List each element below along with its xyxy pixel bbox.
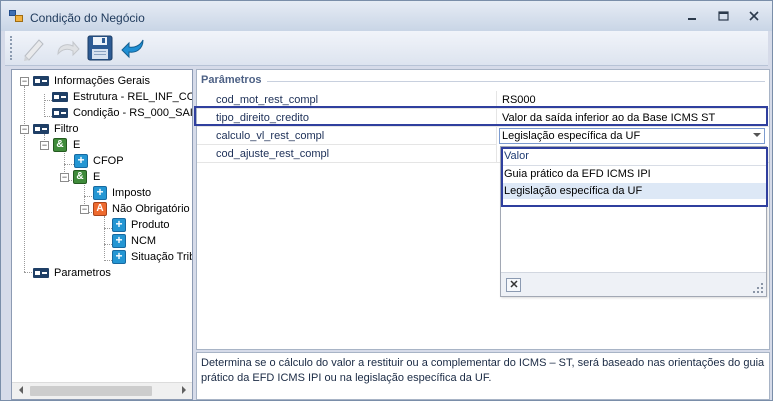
and-operator-icon: & xyxy=(53,138,67,152)
dropdown-footer xyxy=(501,272,766,296)
tree-item-label: NCM xyxy=(131,235,157,247)
tree-item-condicao[interactable]: Condição - RS_000_SAI( xyxy=(12,105,192,121)
tree-item-label: E xyxy=(73,139,81,151)
tree-item-label: Condição - RS_000_SAI( xyxy=(73,107,193,119)
tree-item-parametros[interactable]: Parametros xyxy=(12,265,192,281)
tree-item-filtro[interactable]: − Filtro xyxy=(12,121,192,137)
parameter-description: Determina se o cálculo do valor a restit… xyxy=(196,352,770,400)
redo-icon xyxy=(57,40,80,57)
tree-item-label: Filtro xyxy=(54,123,79,135)
tree-item-produto[interactable]: + Produto xyxy=(12,217,192,233)
minimize-icon xyxy=(688,18,696,20)
field-group-icon xyxy=(33,76,49,86)
tree-item-nao-obrigatorio[interactable]: − A Não Obrigatório xyxy=(12,201,192,217)
dropdown-arrow-icon[interactable] xyxy=(750,129,764,143)
filter-item-icon: + xyxy=(74,154,88,168)
property-name: cod_mot_rest_compl xyxy=(197,91,497,109)
scroll-left-icon[interactable] xyxy=(12,383,29,399)
combobox-value: Legislação específica da UF xyxy=(502,130,641,142)
collapse-icon[interactable]: − xyxy=(20,77,29,86)
tree-item-label: Estrutura - REL_INF_CO xyxy=(73,91,193,103)
tree-item-label: CFOP xyxy=(93,155,124,167)
section-divider xyxy=(267,81,765,82)
toolbar-grip xyxy=(10,36,13,60)
field-group-icon xyxy=(33,268,49,278)
tree-item-e-nested[interactable]: − & E xyxy=(12,169,192,185)
tree-item-cfop[interactable]: + CFOP xyxy=(12,153,192,169)
minimize-button[interactable] xyxy=(681,8,703,26)
maximize-icon xyxy=(717,11,729,21)
property-value[interactable]: RS000 xyxy=(497,91,769,109)
collapse-icon[interactable]: − xyxy=(20,125,29,134)
tree-item-label: Informações Gerais xyxy=(54,75,150,87)
field-group-icon xyxy=(52,92,68,102)
filter-item-icon: + xyxy=(112,250,126,264)
condicao-negocio-window: Condição do Negócio − Informações Gerais… xyxy=(0,0,773,401)
tree-item-label: Imposto xyxy=(112,187,152,199)
collapse-icon[interactable]: − xyxy=(80,205,89,214)
toolbar xyxy=(5,31,768,66)
close-icon xyxy=(509,280,518,288)
undo-icon xyxy=(121,39,144,59)
dropdown-header: Valor xyxy=(501,147,766,166)
scrollbar-thumb[interactable] xyxy=(30,386,152,396)
tree-item-ncm[interactable]: + NCM xyxy=(12,233,192,249)
app-icon xyxy=(9,10,23,22)
close-button[interactable] xyxy=(743,8,765,26)
save-icon xyxy=(87,35,113,61)
and-operator-icon: & xyxy=(73,170,87,184)
navigation-tree: − Informações Gerais Estrutura - REL_INF… xyxy=(11,69,193,400)
tree-item-informacoes-gerais[interactable]: − Informações Gerais xyxy=(12,73,192,89)
tree-item-label: Parametros xyxy=(54,267,111,279)
optional-operator-icon: A xyxy=(93,202,107,216)
edit-button[interactable] xyxy=(19,34,49,62)
tree-item-situacao-trib[interactable]: + Situação Trib xyxy=(12,249,192,265)
tree-item-label: Não Obrigatório xyxy=(112,203,190,215)
tree-horizontal-scrollbar[interactable] xyxy=(12,382,192,399)
tree-item-label: Situação Trib xyxy=(131,251,193,263)
dropdown-close-button[interactable] xyxy=(506,278,521,292)
property-name: cod_ajuste_rest_compl xyxy=(197,145,497,163)
property-name: calculo_vl_rest_compl xyxy=(197,127,497,145)
property-name: tipo_direito_credito xyxy=(197,109,497,127)
filter-item-icon: + xyxy=(93,186,107,200)
scroll-right-icon[interactable] xyxy=(175,383,192,399)
close-icon xyxy=(749,11,759,21)
undo-button[interactable] xyxy=(119,34,149,62)
tree-item-e[interactable]: − & E xyxy=(12,137,192,153)
property-row[interactable]: cod_mot_rest_compl RS000 xyxy=(197,91,769,109)
collapse-icon[interactable]: − xyxy=(60,173,69,182)
maximize-button[interactable] xyxy=(712,8,734,26)
redo-button[interactable] xyxy=(52,34,82,62)
window-title: Condição do Negócio xyxy=(30,11,145,25)
value-dropdown: Valor Guia prático da EFD ICMS IPI Legis… xyxy=(500,146,768,297)
dropdown-option[interactable]: Guia prático da EFD ICMS IPI xyxy=(501,166,766,182)
collapse-icon[interactable]: − xyxy=(40,141,49,150)
tree-item-label: E xyxy=(93,171,101,183)
property-row[interactable]: tipo_direito_credito Valor da saída infe… xyxy=(197,109,769,127)
save-button[interactable] xyxy=(85,34,115,62)
tree-item-label: Produto xyxy=(131,219,170,231)
title-bar: Condição do Negócio xyxy=(1,1,772,31)
field-group-icon xyxy=(33,124,49,134)
dropdown-option-selected[interactable]: Legislação específica da UF xyxy=(501,183,766,199)
edit-icon xyxy=(24,39,44,61)
tree-item-estrutura[interactable]: Estrutura - REL_INF_CO xyxy=(12,89,192,105)
value-combobox[interactable]: Legislação específica da UF xyxy=(499,128,765,144)
property-row-selected[interactable]: calculo_vl_rest_compl Legislação específ… xyxy=(197,127,769,145)
resize-grip-icon[interactable] xyxy=(753,283,763,293)
filter-item-icon: + xyxy=(112,234,126,248)
tree-item-imposto[interactable]: + Imposto xyxy=(12,185,192,201)
property-value[interactable]: Valor da saída inferior ao da Base ICMS … xyxy=(497,109,769,127)
parameters-section-title: Parâmetros xyxy=(201,74,266,86)
field-group-icon xyxy=(52,108,68,118)
filter-item-icon: + xyxy=(112,218,126,232)
